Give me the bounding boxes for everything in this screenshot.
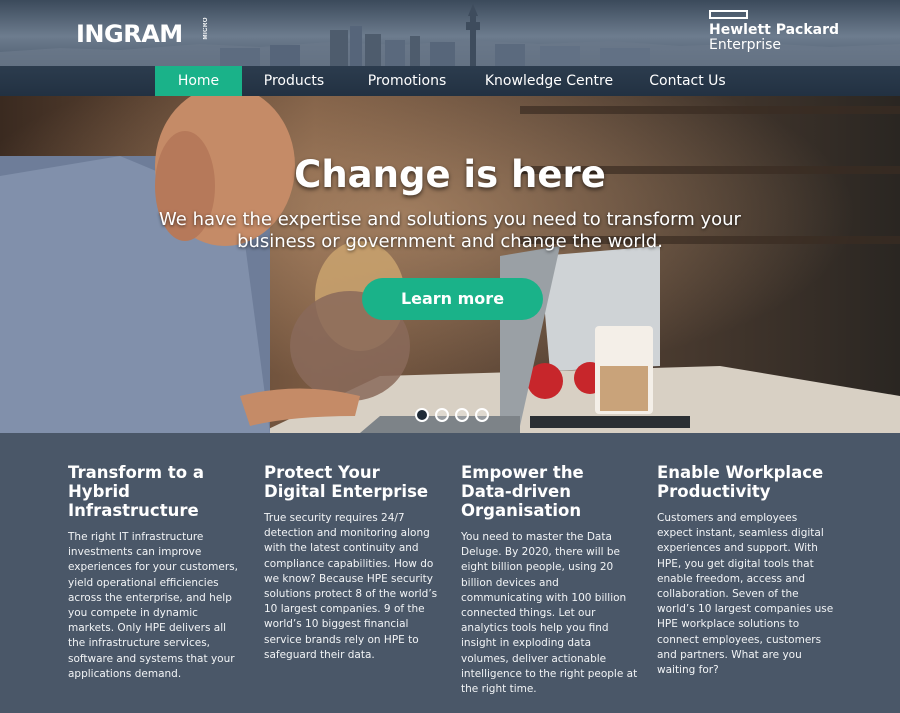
- feature-title[interactable]: Transform to a Hybrid Infrastructure: [68, 463, 246, 520]
- nav-item-promotions[interactable]: Promotions: [358, 66, 456, 96]
- ingram-micro-logo[interactable]: INGRAM: [76, 20, 183, 48]
- carousel-dot-1[interactable]: [415, 408, 429, 422]
- hpe-rectangle-icon: [709, 10, 748, 19]
- learn-more-button[interactable]: Learn more: [362, 278, 543, 320]
- feature-title[interactable]: Empower the Data-driven Organisation: [461, 463, 639, 520]
- hpe-logo-line2: Enterprise: [709, 37, 782, 53]
- feature-column-security: Protect Your Digital Enterprise True sec…: [264, 463, 442, 663]
- site-header: INGRAM MICRO Hewlett Packard Enterprise: [0, 0, 900, 66]
- hero-title: Change is here: [294, 153, 606, 196]
- feature-body: True security requires 24/7 detection an…: [264, 512, 438, 661]
- hpe-logo-line1: Hewlett Packard: [709, 22, 840, 38]
- hero-photo: [0, 96, 900, 433]
- ingram-micro-logo-suffix: MICRO: [203, 17, 209, 40]
- feature-title[interactable]: Protect Your Digital Enterprise: [264, 463, 442, 501]
- feature-column-data: Empower the Data-driven Organisation You…: [461, 463, 639, 697]
- main-nav: Home Products Promotions Knowledge Centr…: [0, 66, 900, 96]
- carousel-dot-3[interactable]: [455, 408, 469, 422]
- hero-carousel: Change is here We have the expertise and…: [0, 96, 900, 433]
- hpe-logo[interactable]: Hewlett Packard Enterprise: [709, 10, 839, 53]
- carousel-dots: [415, 408, 495, 422]
- carousel-dot-4[interactable]: [475, 408, 489, 422]
- feature-title[interactable]: Enable Workplace Productivity: [657, 463, 835, 501]
- nav-item-knowledge-centre[interactable]: Knowledge Centre: [480, 66, 618, 96]
- nav-item-contact-us[interactable]: Contact Us: [640, 66, 735, 96]
- hero-subtitle: We have the expertise and solutions you …: [159, 209, 741, 252]
- feature-body: You need to master the Data Deluge. By 2…: [461, 531, 638, 696]
- nav-item-home[interactable]: Home: [155, 66, 242, 96]
- feature-body: The right IT infrastructure investments …: [68, 531, 238, 680]
- feature-column-hybrid: Transform to a Hybrid Infrastructure The…: [68, 463, 246, 682]
- feature-column-workplace: Enable Workplace Productivity Customers …: [657, 463, 835, 678]
- feature-body: Customers and employees expect instant, …: [657, 512, 834, 677]
- feature-columns: Transform to a Hybrid Infrastructure The…: [0, 433, 900, 713]
- nav-item-products[interactable]: Products: [250, 66, 338, 96]
- carousel-dot-2[interactable]: [435, 408, 449, 422]
